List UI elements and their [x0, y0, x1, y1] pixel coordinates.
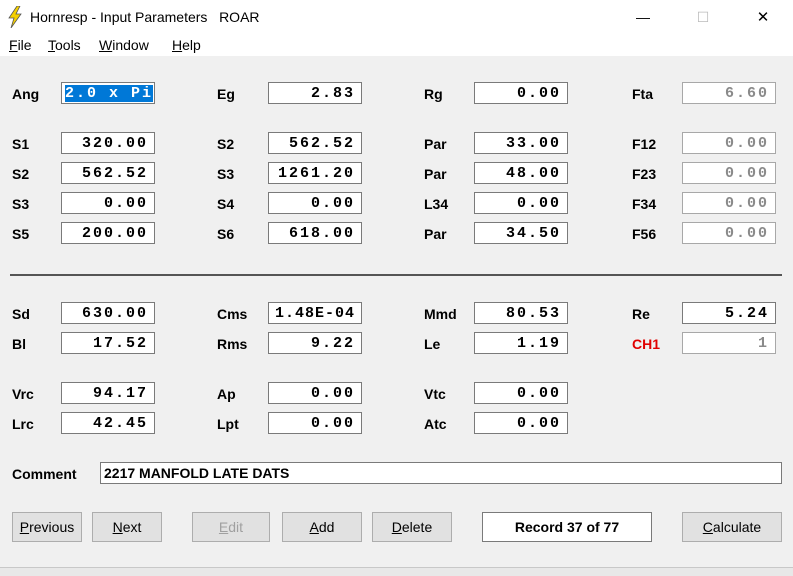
- s3-field-2[interactable]: 0.00: [61, 192, 155, 214]
- ch1-field: 1: [682, 332, 776, 354]
- lrc-label: Lrc: [12, 416, 34, 432]
- s3-label: S3: [217, 166, 235, 182]
- ang-field[interactable]: 2.0 x Pi: [61, 82, 155, 104]
- fta-field: 6.60: [682, 82, 776, 104]
- menu-window[interactable]: Window: [99, 37, 149, 53]
- vtc-field[interactable]: 0.00: [474, 382, 568, 404]
- vrc-label: Vrc: [12, 386, 34, 402]
- ap-label: Ap: [217, 386, 236, 402]
- bl-field[interactable]: 17.52: [61, 332, 155, 354]
- f12-field: 0.00: [682, 132, 776, 154]
- add-button[interactable]: Add: [282, 512, 362, 542]
- s6-label: S6: [217, 226, 235, 242]
- re-field[interactable]: 5.24: [682, 302, 776, 324]
- menu-file[interactable]: File: [9, 37, 32, 53]
- lrc-field[interactable]: 42.45: [61, 412, 155, 434]
- vtc-label: Vtc: [424, 386, 446, 402]
- previous-button[interactable]: Previous: [12, 512, 82, 542]
- rms-label: Rms: [217, 336, 248, 352]
- s1-field[interactable]: 320.00: [61, 132, 155, 154]
- par-field-3[interactable]: 34.50: [474, 222, 568, 244]
- comment-field[interactable]: 2217 MANFOLD LATE DATS: [100, 462, 782, 484]
- s3-field[interactable]: 1261.20: [268, 162, 362, 184]
- sd-label: Sd: [12, 306, 30, 322]
- f56-label: F56: [632, 226, 657, 242]
- close-button[interactable]: ✕: [740, 0, 786, 34]
- f34-label: F34: [632, 196, 657, 212]
- par-field-2[interactable]: 48.00: [474, 162, 568, 184]
- eg-field[interactable]: 2.83: [268, 82, 362, 104]
- ap-field[interactable]: 0.00: [268, 382, 362, 404]
- f23-label: F23: [632, 166, 657, 182]
- sd-field[interactable]: 630.00: [61, 302, 155, 324]
- s2-label: S2: [217, 136, 235, 152]
- minimize-icon: —: [636, 9, 650, 25]
- s6-field[interactable]: 618.00: [268, 222, 362, 244]
- par-label-3: Par: [424, 226, 447, 242]
- re-label: Re: [632, 306, 650, 322]
- cms-field[interactable]: 1.48E-04: [268, 302, 362, 324]
- fta-label: Fta: [632, 86, 653, 102]
- s5-field[interactable]: 200.00: [61, 222, 155, 244]
- ang-label: Ang: [12, 86, 40, 102]
- s4-field[interactable]: 0.00: [268, 192, 362, 214]
- atc-field[interactable]: 0.00: [474, 412, 568, 434]
- close-icon: ✕: [756, 9, 770, 26]
- next-button[interactable]: Next: [92, 512, 162, 542]
- window-title: Hornresp - Input Parameters ROAR: [30, 9, 260, 25]
- eg-label: Eg: [217, 86, 235, 102]
- atc-label: Atc: [424, 416, 447, 432]
- s3-label-2: S3: [12, 196, 30, 212]
- s2-label-2: S2: [12, 166, 30, 182]
- f56-field: 0.00: [682, 222, 776, 244]
- s2-field-2[interactable]: 562.52: [61, 162, 155, 184]
- le-field[interactable]: 1.19: [474, 332, 568, 354]
- mmd-label: Mmd: [424, 306, 457, 322]
- delete-button[interactable]: Delete: [372, 512, 452, 542]
- s4-label: S4: [217, 196, 235, 212]
- record-indicator: Record 37 of 77: [482, 512, 652, 542]
- maximize-icon: ☐: [696, 8, 710, 25]
- par-label-1: Par: [424, 136, 447, 152]
- l34-label: L34: [424, 196, 449, 212]
- s5-label: S5: [12, 226, 30, 242]
- s1-label: S1: [12, 136, 30, 152]
- menu-help[interactable]: Help: [172, 37, 201, 53]
- menu-tools[interactable]: Tools: [48, 37, 81, 53]
- rms-field[interactable]: 9.22: [268, 332, 362, 354]
- minimize-button[interactable]: —: [620, 0, 666, 34]
- lpt-field[interactable]: 0.00: [268, 412, 362, 434]
- le-label: Le: [424, 336, 441, 352]
- f23-field: 0.00: [682, 162, 776, 184]
- l34-field[interactable]: 0.00: [474, 192, 568, 214]
- f34-field: 0.00: [682, 192, 776, 214]
- edit-button[interactable]: Edit: [192, 512, 270, 542]
- par-label-2: Par: [424, 166, 447, 182]
- title-bar: Hornresp - Input Parameters ROAR — ☐ ✕: [0, 0, 793, 34]
- calculate-button[interactable]: Calculate: [682, 512, 782, 542]
- rg-field[interactable]: 0.00: [474, 82, 568, 104]
- section-divider: [10, 274, 782, 276]
- rg-label: Rg: [424, 86, 443, 102]
- comment-label: Comment: [12, 466, 77, 482]
- lpt-label: Lpt: [217, 416, 239, 432]
- maximize-button[interactable]: ☐: [680, 0, 726, 34]
- lightning-bolt-icon: [8, 6, 22, 28]
- menu-bar: File Tools Window Help: [0, 34, 793, 56]
- vrc-field[interactable]: 94.17: [61, 382, 155, 404]
- s2-field[interactable]: 562.52: [268, 132, 362, 154]
- par-field-1[interactable]: 33.00: [474, 132, 568, 154]
- bl-label: Bl: [12, 336, 26, 352]
- f12-label: F12: [632, 136, 657, 152]
- mmd-field[interactable]: 80.53: [474, 302, 568, 324]
- ch1-label: CH1: [632, 336, 661, 352]
- cms-label: Cms: [217, 306, 248, 322]
